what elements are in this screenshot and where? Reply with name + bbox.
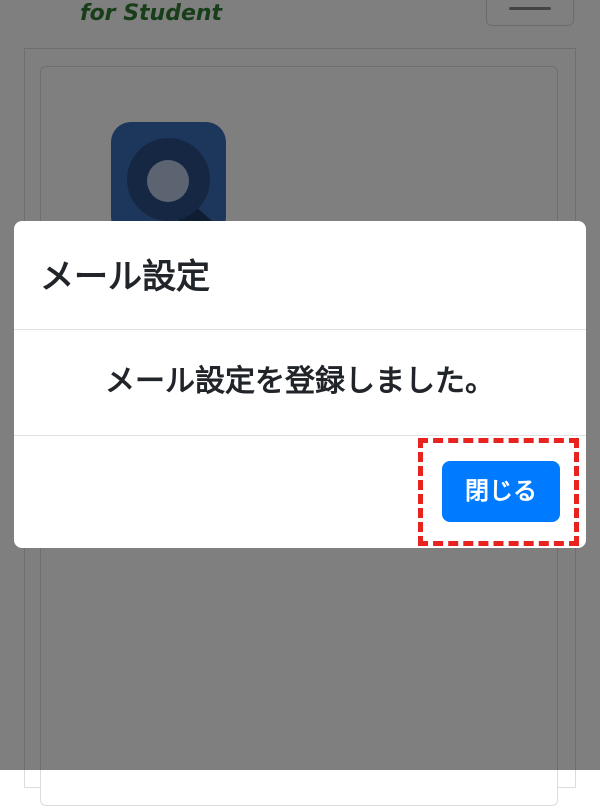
dialog-title: メール設定 bbox=[40, 257, 210, 297]
close-button[interactable]: 閉じる bbox=[442, 461, 560, 522]
dialog-header: メール設定 bbox=[14, 221, 586, 330]
dialog-body: メール設定を登録しました。 bbox=[14, 330, 586, 436]
dialog-message: メール設定を登録しました。 bbox=[105, 364, 495, 399]
mail-settings-dialog: メール設定 メール設定を登録しました。 閉じる bbox=[14, 221, 586, 548]
dialog-footer: 閉じる bbox=[14, 436, 586, 548]
